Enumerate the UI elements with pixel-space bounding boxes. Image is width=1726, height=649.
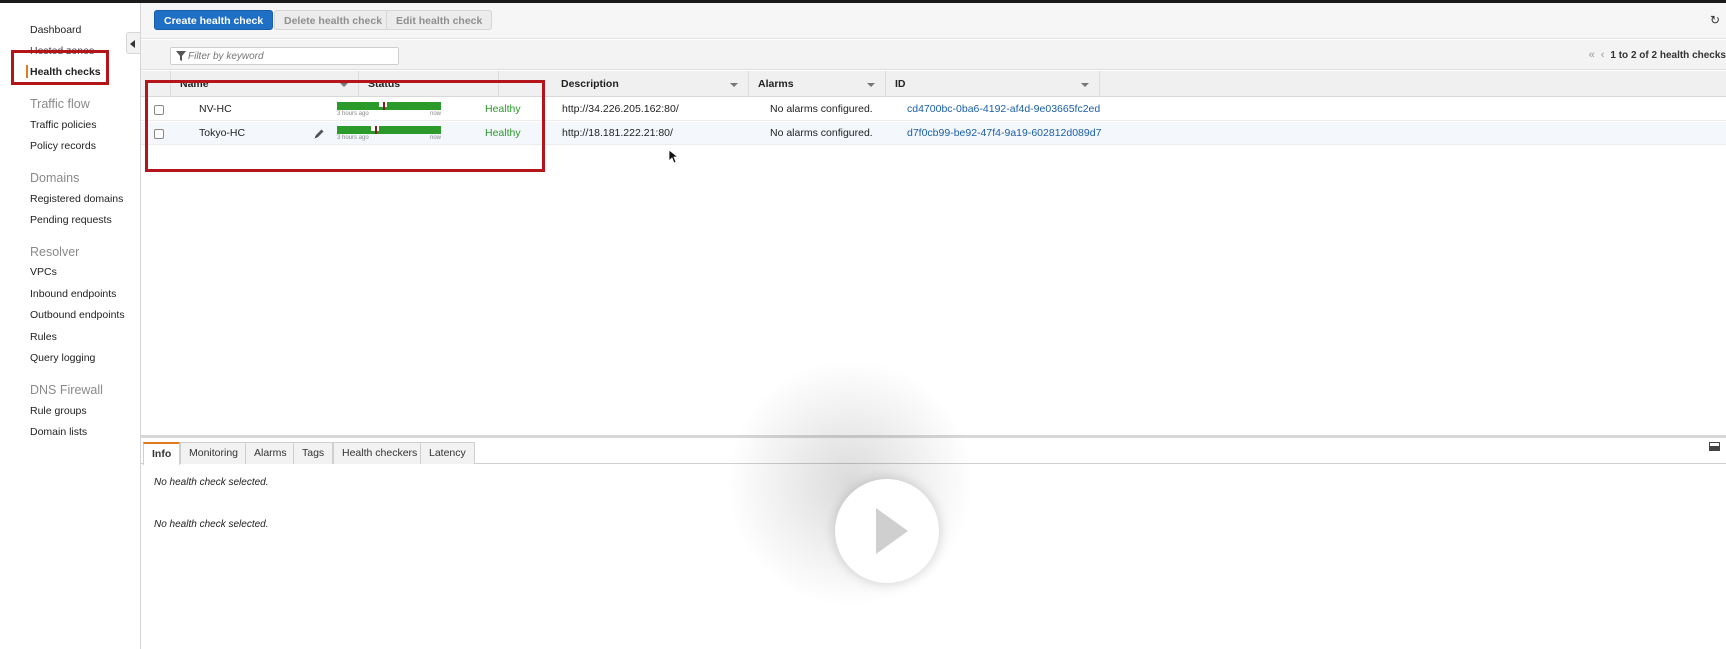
row-alarms: No alarms configured.: [770, 127, 873, 139]
sidebar-item-domain-lists[interactable]: Domain lists: [30, 426, 87, 438]
edit-health-check-button[interactable]: Edit health check: [386, 10, 493, 30]
mouse-cursor-icon: [669, 150, 679, 164]
tab-health-checkers[interactable]: Health checkers: [333, 442, 427, 464]
no-selection-message: No health check selected.: [154, 477, 269, 488]
sidebar: Dashboard Hosted zones Health checks Tra…: [0, 3, 141, 649]
sidebar-item-rules[interactable]: Rules: [30, 331, 57, 343]
first-page-icon[interactable]: «: [1589, 49, 1595, 61]
sort-caret-icon: [1081, 83, 1089, 87]
sidebar-item-query-logging[interactable]: Query logging: [30, 352, 95, 364]
create-health-check-button[interactable]: Create health check: [154, 10, 274, 30]
column-description-label: Description: [561, 78, 619, 90]
pagination-text: 1 to 2 of 2 health checks: [1610, 50, 1726, 61]
sidebar-section-domains: Domains: [30, 171, 80, 185]
sort-caret-icon: [730, 83, 738, 87]
route53-console: Dashboard Hosted zones Health checks Tra…: [0, 3, 1726, 649]
column-id-label: ID: [895, 78, 906, 90]
row-description: http://34.226.205.162:80/: [562, 103, 679, 115]
prev-page-icon[interactable]: ‹: [1601, 49, 1605, 61]
no-selection-message: No health check selected.: [154, 519, 269, 530]
annotation-highlight: [145, 80, 545, 172]
sidebar-collapse-button[interactable]: [126, 32, 140, 54]
filter-box[interactable]: [170, 47, 399, 65]
sidebar-section-dns-firewall: DNS Firewall: [30, 383, 103, 397]
tab-info[interactable]: Info: [143, 442, 181, 465]
row-description: http://18.181.222.21:80/: [562, 127, 673, 139]
tab-latency[interactable]: Latency: [420, 442, 475, 464]
refresh-icon[interactable]: ↻: [1710, 13, 1724, 27]
play-button[interactable]: [835, 479, 939, 583]
sidebar-item-policy-records[interactable]: Policy records: [30, 140, 96, 152]
pagination: « ‹ 1 to 2 of 2 health checks: [1589, 49, 1726, 61]
sidebar-item-outbound-endpoints[interactable]: Outbound endpoints: [30, 309, 125, 321]
filter-icon: [176, 51, 186, 61]
tab-monitoring[interactable]: Monitoring: [180, 442, 248, 464]
row-alarms: No alarms configured.: [770, 103, 873, 115]
delete-health-check-button[interactable]: Delete health check: [274, 10, 393, 30]
filter-input[interactable]: [188, 49, 396, 63]
sidebar-item-registered-domains[interactable]: Registered domains: [30, 193, 123, 205]
sidebar-item-traffic-policies[interactable]: Traffic policies: [30, 119, 97, 131]
column-header-description[interactable]: Description: [552, 71, 749, 97]
row-id-link[interactable]: d7f0cb99-be92-47f4-9a19-602812d089d7: [907, 122, 1101, 145]
video-frame: Dashboard Hosted zones Health checks Tra…: [0, 0, 1726, 649]
annotation-highlight: [11, 50, 109, 85]
toolbar: Create health check Delete health check …: [141, 3, 1726, 39]
sidebar-item-dashboard[interactable]: Dashboard: [30, 24, 81, 36]
filter-bar: « ‹ 1 to 2 of 2 health checks: [141, 40, 1726, 70]
sidebar-section-traffic-flow: Traffic flow: [30, 97, 90, 111]
play-overlay-glow: [725, 358, 975, 608]
tab-alarms[interactable]: Alarms: [245, 442, 296, 464]
tab-tags[interactable]: Tags: [293, 442, 334, 464]
sort-caret-icon: [867, 83, 875, 87]
sidebar-item-rule-groups[interactable]: Rule groups: [30, 405, 87, 417]
panel-toggle-icon[interactable]: [1709, 442, 1720, 451]
sidebar-item-inbound-endpoints[interactable]: Inbound endpoints: [30, 288, 116, 300]
column-header-id[interactable]: ID: [886, 71, 1100, 97]
column-alarms-label: Alarms: [758, 78, 794, 90]
column-header-alarms[interactable]: Alarms: [749, 71, 886, 97]
sidebar-section-resolver: Resolver: [30, 245, 80, 259]
sidebar-item-vpcs[interactable]: VPCs: [30, 266, 57, 278]
sidebar-item-pending-requests[interactable]: Pending requests: [30, 214, 112, 226]
row-id-link[interactable]: cd4700bc-0ba6-4192-af4d-9e03665fc2ed: [907, 98, 1100, 121]
